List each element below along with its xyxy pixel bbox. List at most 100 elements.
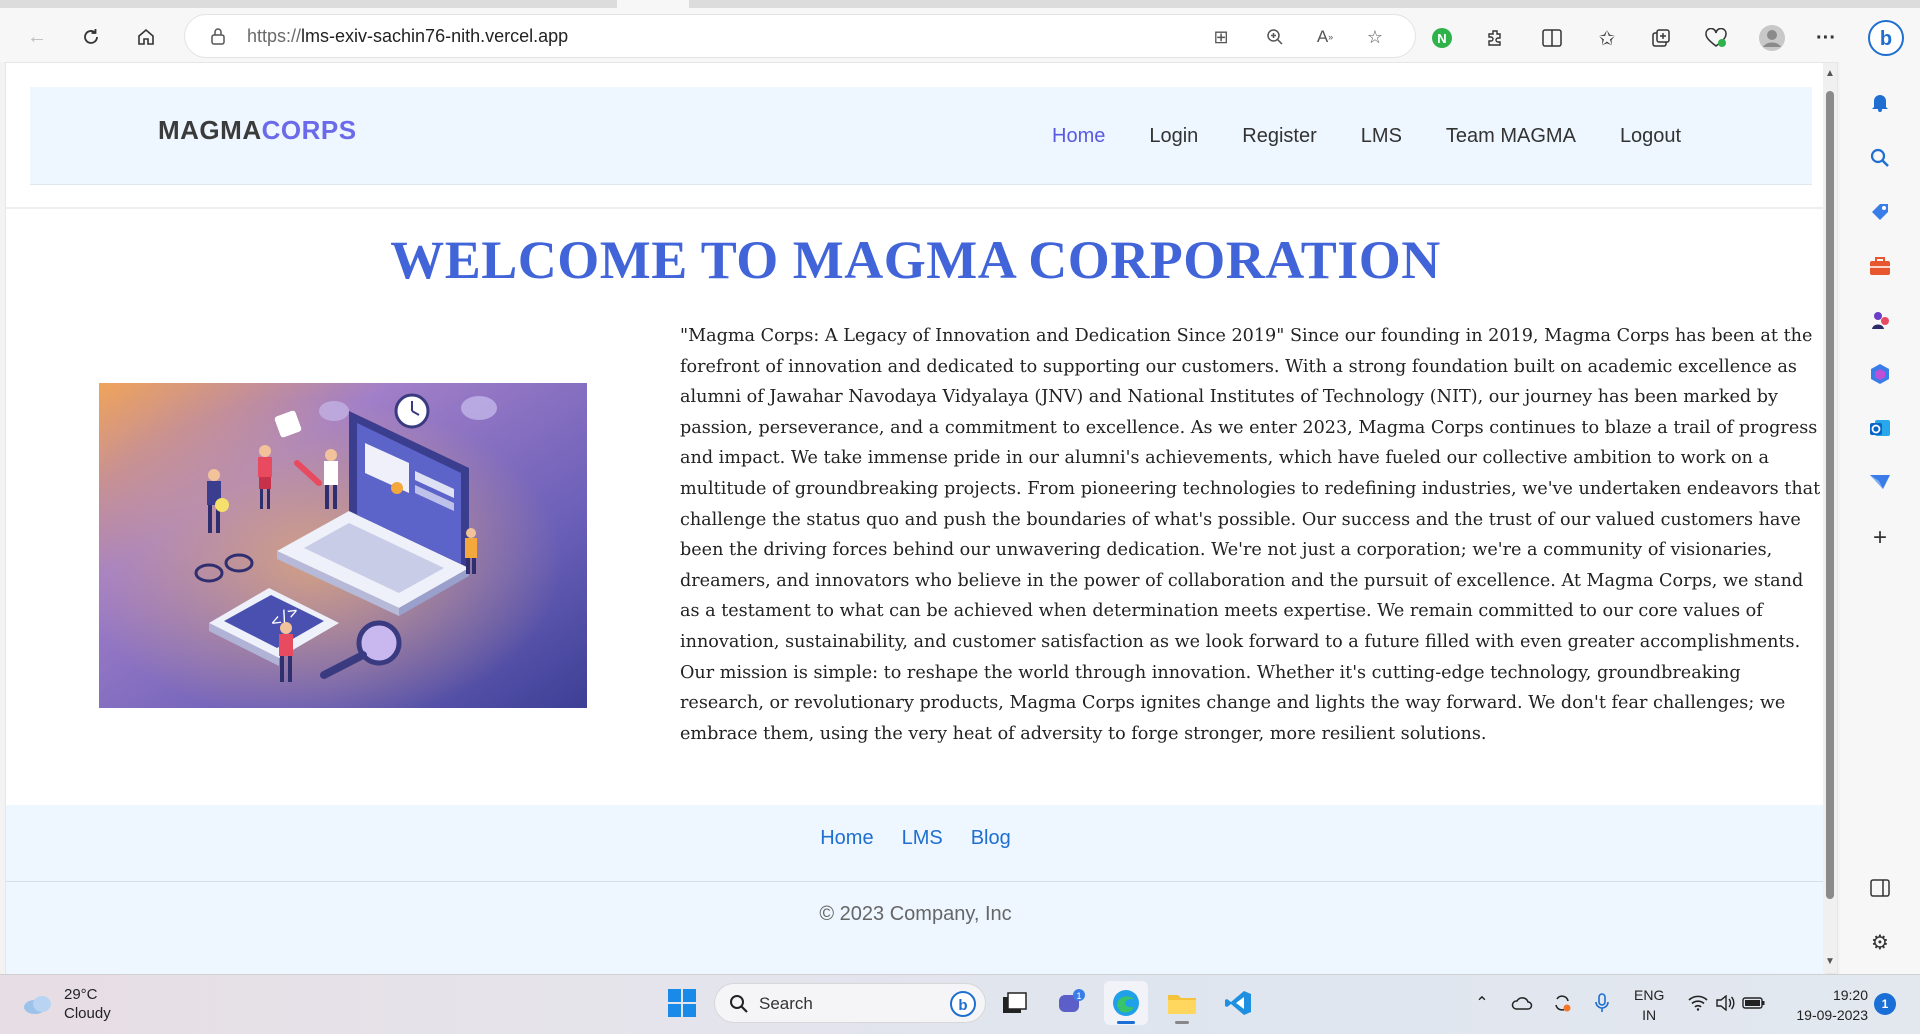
scroll-up-arrow-icon[interactable]: ▲ — [1825, 69, 1835, 79]
add-sidebar-app-icon[interactable]: + — [1864, 522, 1896, 554]
footer-divider — [6, 881, 1825, 882]
language-indicator[interactable]: ENG IN — [1634, 985, 1664, 1025]
read-aloud-icon[interactable]: A» — [1313, 25, 1337, 49]
svg-text:N: N — [1437, 31, 1446, 46]
shopping-tag-icon[interactable] — [1864, 196, 1896, 228]
header-divider — [6, 207, 1825, 209]
favorite-star-icon[interactable]: ☆ — [1363, 25, 1387, 49]
zoom-icon[interactable] — [1263, 25, 1287, 49]
nav-logout[interactable]: Logout — [1598, 117, 1703, 156]
running-app-indicator — [1175, 1021, 1189, 1024]
task-view-icon[interactable] — [993, 981, 1037, 1025]
notifications-bell-icon[interactable] — [1864, 86, 1896, 118]
home-icon[interactable] — [131, 22, 161, 52]
games-icon[interactable] — [1864, 304, 1896, 336]
bing-icon[interactable]: b — [949, 990, 977, 1018]
scrollbar-thumb[interactable] — [1826, 91, 1834, 899]
about-paragraph-2: Our mission is simple: to reshape the wo… — [680, 662, 1786, 744]
url-protocol: https:// — [247, 26, 302, 46]
edge-browser-icon[interactable] — [1104, 981, 1148, 1025]
hide-sidebar-icon[interactable] — [1864, 872, 1896, 904]
back-icon[interactable]: ← — [22, 22, 52, 52]
browser-essentials-icon[interactable] — [1700, 22, 1732, 54]
address-bar[interactable]: https://lms-exiv-sachin76-nith.vercel.ap… — [184, 14, 1416, 58]
url-text[interactable]: https://lms-exiv-sachin76-nith.vercel.ap… — [247, 26, 568, 47]
show-hidden-icons-chevron-icon[interactable]: ⌃ — [1470, 991, 1494, 1015]
copyright-text: © 2023 Company, Inc — [819, 903, 1012, 925]
system-clock[interactable]: 19:20 19-09-2023 — [1782, 985, 1868, 1025]
weather-temperature: 29°C — [64, 986, 98, 1003]
taskbar-search-icon — [730, 995, 748, 1013]
windows-taskbar: 29°C Cloudy Search b 1 ⌃ ENG IN 19:20 19… — [0, 974, 1920, 1034]
svg-text:b: b — [1880, 28, 1892, 50]
sync-icon[interactable] — [1550, 991, 1574, 1015]
split-screen-icon[interactable] — [1536, 22, 1568, 54]
about-paragraph-1: "Magma Corps: A Legacy of Innovation and… — [680, 326, 1821, 652]
extensions-icon[interactable] — [1480, 22, 1512, 54]
taskbar-search-label: Search — [759, 994, 813, 1013]
footer-link-lms[interactable]: LMS — [902, 827, 943, 850]
url-host: lms-exiv-sachin76-nith.vercel.app — [301, 26, 569, 46]
extension-n-icon[interactable]: N — [1426, 22, 1458, 54]
top-navigation: Home Login Register LMS Team MAGMA Logou… — [1030, 117, 1703, 156]
vscode-icon[interactable] — [1216, 981, 1260, 1025]
tab-strip — [0, 0, 1920, 8]
more-options-icon[interactable]: ··· — [1810, 22, 1842, 54]
volume-icon[interactable] — [1714, 991, 1738, 1015]
nav-lms[interactable]: LMS — [1339, 117, 1424, 156]
footer-link-home[interactable]: Home — [820, 827, 873, 850]
microsoft-365-icon[interactable] — [1864, 358, 1896, 390]
sidebar-settings-gear-icon[interactable]: ⚙ — [1864, 926, 1896, 958]
taskbar-search-box[interactable]: Search b — [714, 983, 986, 1023]
footer-link-blog[interactable]: Blog — [971, 827, 1011, 850]
app-available-icon[interactable]: ⊞ — [1209, 25, 1233, 49]
site-footer: Home LMS Blog © 2023 Company, Inc — [6, 805, 1825, 975]
clock-date: 19-09-2023 — [1796, 1007, 1868, 1023]
nav-register[interactable]: Register — [1220, 117, 1338, 156]
hero-illustration: </> — [99, 383, 587, 708]
browser-toolbar: ← https://lms-exiv-sachin76-nith.vercel.… — [0, 0, 1920, 62]
page-viewport: MAGMACORPS Home Login Register LMS Team … — [5, 62, 1838, 975]
outlook-icon[interactable] — [1864, 412, 1896, 444]
drop-send-icon[interactable] — [1864, 466, 1896, 498]
search-icon[interactable] — [1864, 142, 1896, 174]
onedrive-cloud-icon[interactable] — [1510, 991, 1534, 1015]
file-explorer-icon[interactable] — [1160, 981, 1204, 1025]
wifi-icon[interactable] — [1686, 991, 1710, 1015]
region-code: IN — [1642, 1007, 1657, 1023]
scroll-down-arrow-icon[interactable]: ▼ — [1825, 957, 1835, 967]
edge-sidebar: + ⚙ — [1840, 62, 1920, 974]
lock-icon[interactable] — [209, 27, 229, 47]
about-text: "Magma Corps: A Legacy of Innovation and… — [680, 321, 1825, 749]
tools-briefcase-icon[interactable] — [1864, 250, 1896, 282]
footer-links: Home LMS Blog — [6, 827, 1825, 850]
nav-team-magma[interactable]: Team MAGMA — [1424, 117, 1598, 156]
weather-widget[interactable]: 29°C Cloudy — [22, 985, 111, 1023]
welcome-heading: WELCOME TO MAGMA CORPORATION — [390, 230, 1441, 290]
nav-home[interactable]: Home — [1030, 117, 1127, 156]
refresh-icon[interactable] — [76, 22, 106, 52]
vertical-scrollbar[interactable]: ▲ ▼ — [1823, 63, 1837, 973]
language-code: ENG — [1634, 987, 1665, 1003]
notification-count-badge[interactable]: 1 — [1874, 993, 1896, 1015]
cloud-icon — [24, 996, 51, 1014]
site-logo[interactable]: MAGMACORPS — [158, 115, 357, 146]
microphone-icon[interactable] — [1590, 991, 1614, 1015]
active-tab[interactable] — [617, 0, 689, 8]
profile-avatar[interactable] — [1756, 22, 1788, 54]
svg-text:b: b — [958, 997, 967, 1014]
weather-description: Cloudy — [64, 1005, 111, 1022]
site-header: MAGMACORPS Home Login Register LMS Team … — [30, 87, 1812, 185]
collections-icon[interactable] — [1645, 22, 1677, 54]
nav-login[interactable]: Login — [1127, 117, 1220, 156]
brand-accent: CORPS — [261, 115, 357, 145]
start-windows-icon[interactable] — [660, 981, 704, 1025]
battery-icon[interactable] — [1742, 991, 1766, 1015]
clock-time: 19:20 — [1832, 987, 1868, 1003]
teams-chat-icon[interactable]: 1 — [1049, 981, 1093, 1025]
brand-main: MAGMA — [158, 115, 262, 145]
copilot-icon[interactable]: b — [1866, 18, 1906, 58]
favorites-icon[interactable]: ✩ — [1591, 22, 1623, 54]
active-app-indicator — [1117, 1021, 1135, 1024]
chat-badge-count: 1 — [1076, 991, 1081, 1001]
